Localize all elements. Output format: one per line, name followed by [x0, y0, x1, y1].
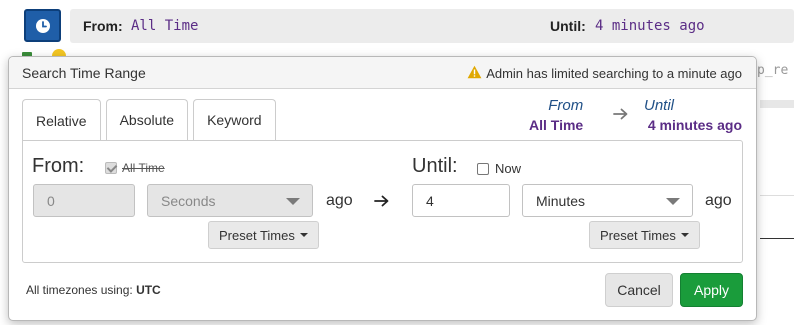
summary-from: From All Time [529, 97, 583, 133]
summary-until-label: Until [644, 97, 675, 114]
time-range-button[interactable] [24, 9, 61, 42]
time-range-tabs: Relative Absolute Keyword [22, 99, 276, 141]
timezone-info: All timezones using: UTC [26, 283, 161, 297]
summary-until: Until 4 minutes ago [629, 97, 742, 133]
tab-absolute[interactable]: Absolute [105, 99, 189, 140]
clock-icon [35, 18, 51, 34]
until-ago-label: ago [705, 192, 732, 209]
range-until-value: 4 minutes ago [595, 18, 705, 34]
popover-header: Search Time Range Admin has limited sear… [9, 57, 756, 89]
now-label: Now [495, 161, 522, 176]
time-range-bar[interactable]: From: All Time Until: 4 minutes ago [70, 9, 794, 43]
from-label: From: [32, 155, 85, 177]
tab-keyword[interactable]: Keyword [193, 99, 276, 140]
all-time-label: All Time [122, 161, 165, 175]
from-amount-input[interactable]: 0 [33, 184, 135, 217]
search-limit-warning: Admin has limited searching to a minute … [467, 65, 742, 82]
range-until-label: Until: [550, 18, 586, 34]
arrow-right-icon [613, 107, 629, 126]
background-divider [760, 238, 794, 239]
time-range-popover: Search Time Range Admin has limited sear… [8, 56, 757, 321]
caret-down-icon [299, 233, 308, 237]
arrow-right-icon [374, 194, 390, 213]
cancel-button[interactable]: Cancel [605, 273, 673, 307]
from-preset-label: Preset Times [219, 227, 295, 243]
from-preset-times-button[interactable]: Preset Times [208, 221, 319, 249]
warning-text: Admin has limited searching to a minute … [486, 66, 742, 81]
until-unit-select[interactable]: Minutes [522, 184, 693, 217]
from-ago-label: ago [326, 192, 353, 209]
apply-button[interactable]: Apply [680, 273, 743, 307]
now-checkbox[interactable]: Now [477, 161, 521, 176]
summary-from-value: All Time [529, 117, 584, 133]
from-unit-select[interactable]: Seconds [147, 184, 313, 217]
summary-until-value: 4 minutes ago [647, 117, 742, 133]
until-preset-label: Preset Times [600, 227, 676, 243]
timezone-value: UTC [136, 283, 161, 297]
range-from-value: All Time [131, 18, 199, 34]
range-from-label: From: [83, 18, 123, 34]
chevron-down-icon [666, 198, 680, 205]
warning-icon [467, 65, 482, 82]
background-divider [760, 100, 794, 108]
until-unit-value: Minutes [536, 192, 586, 209]
until-label: Until: [412, 155, 458, 177]
caret-down-icon [680, 233, 689, 237]
now-checkbox-box[interactable] [477, 162, 489, 175]
until-preset-times-button[interactable]: Preset Times [589, 221, 700, 249]
timezone-prefix: All timezones using: [26, 283, 133, 297]
all-time-checkbox-box[interactable] [105, 162, 117, 174]
until-amount-input[interactable]: 4 [412, 184, 510, 217]
summary-from-label: From [548, 97, 584, 114]
chevron-down-icon [286, 198, 300, 205]
all-time-checkbox[interactable]: All Time [105, 161, 165, 175]
background-divider [760, 195, 794, 196]
tab-relative[interactable]: Relative [22, 99, 101, 141]
popover-title: Search Time Range [22, 65, 146, 81]
background-query-text: p_re [757, 63, 789, 78]
from-unit-value: Seconds [161, 192, 216, 209]
